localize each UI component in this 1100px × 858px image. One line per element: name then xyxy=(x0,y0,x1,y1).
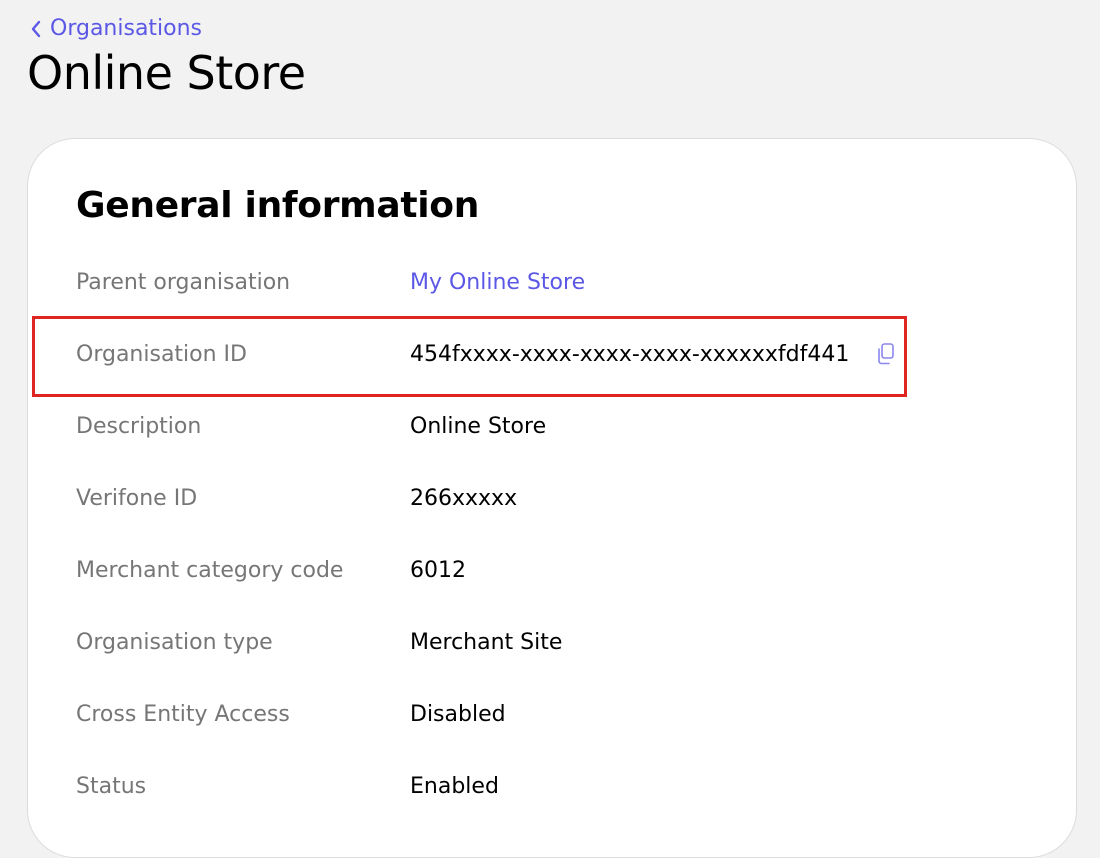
breadcrumb[interactable]: Organisations xyxy=(30,16,202,41)
row-verifone-id: Verifone ID 266xxxxx xyxy=(76,478,976,518)
breadcrumb-link-organisations[interactable]: Organisations xyxy=(50,16,202,41)
description-value: Online Store xyxy=(410,413,547,439)
row-parent-organisation: Parent organisation My Online Store xyxy=(76,262,976,302)
row-description: Description Online Store xyxy=(76,406,976,446)
row-label: Verifone ID xyxy=(76,485,198,511)
organisation-type-value: Merchant Site xyxy=(410,629,563,655)
row-status: Status Enabled xyxy=(76,766,976,806)
highlight-box xyxy=(32,316,907,397)
row-label: Parent organisation xyxy=(76,269,291,295)
verifone-id-value: 266xxxxx xyxy=(410,485,518,511)
row-label: Description xyxy=(76,413,202,439)
page-title: Online Store xyxy=(27,46,306,100)
row-label: Merchant category code xyxy=(76,557,344,583)
parent-organisation-link[interactable]: My Online Store xyxy=(410,270,585,295)
row-label: Cross Entity Access xyxy=(76,701,290,727)
general-information-card: General information Parent organisation … xyxy=(27,138,1077,858)
row-organisation-type: Organisation type Merchant Site xyxy=(76,622,976,662)
row-merchant-category-code: Merchant category code 6012 xyxy=(76,550,976,590)
chevron-left-icon xyxy=(30,19,44,39)
row-label: Status xyxy=(76,773,147,799)
merchant-category-code-value: 6012 xyxy=(410,557,466,583)
row-label: Organisation type xyxy=(76,629,273,655)
card-title: General information xyxy=(76,185,480,226)
status-value: Enabled xyxy=(410,773,499,799)
cross-entity-access-value: Disabled xyxy=(410,701,506,727)
row-cross-entity-access: Cross Entity Access Disabled xyxy=(76,694,976,734)
